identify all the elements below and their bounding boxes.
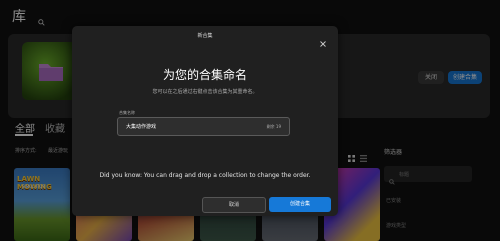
tip-text: Did you know: You can drag and drop a co… — [99, 172, 311, 179]
collection-name-input[interactable]: 大集动作游戏 剩余 19 — [117, 117, 290, 136]
library-page: 库 关闭 创建合集 全部 收藏 排序方式: 最近游玩 LAWN MOWING S… — [0, 0, 500, 241]
close-icon[interactable] — [320, 32, 326, 47]
char-remaining: 剩余 19 — [266, 124, 281, 129]
new-collection-dialog: 新合集 为您的合集命名 您可以在之后通过右键点击该合集为其重命名。 合集名称 大… — [72, 26, 338, 216]
dialog-title: 新合集 — [197, 33, 213, 39]
create-collection-button[interactable]: 创建合集 — [269, 197, 331, 212]
dialog-subtitle: 您可以在之后通过右键点击该合集为其重命名。 — [152, 89, 258, 95]
collection-name-label: 合集名称 — [119, 110, 135, 115]
collection-name-value: 大集动作游戏 — [126, 124, 157, 130]
cancel-button[interactable]: 取消 — [202, 197, 266, 213]
dialog-heading: 为您的合集命名 — [162, 68, 247, 82]
